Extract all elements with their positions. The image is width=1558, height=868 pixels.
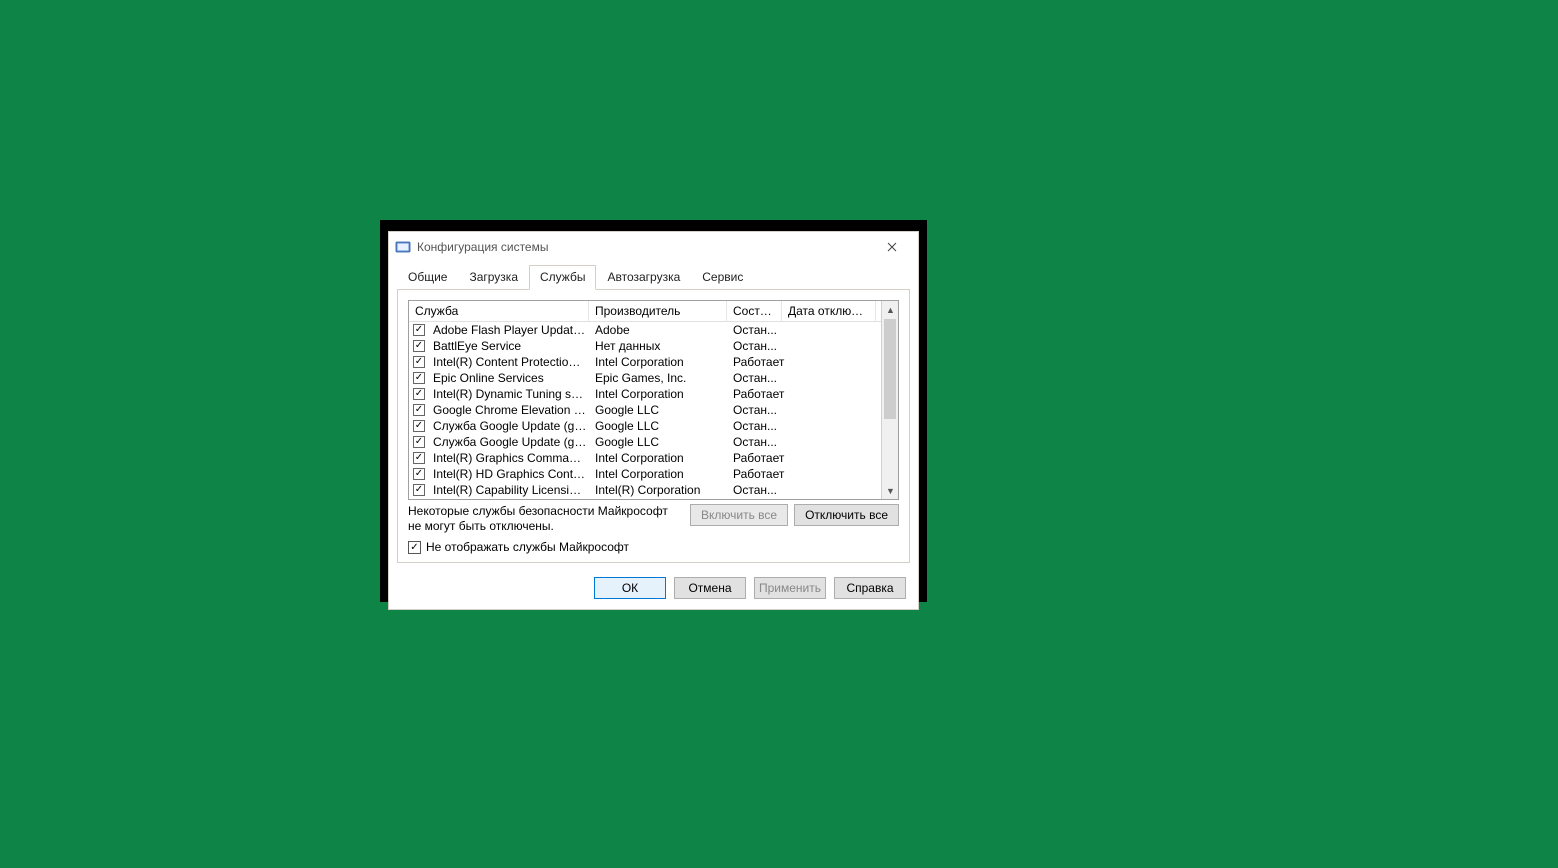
chevron-down-icon: ▼ bbox=[886, 486, 895, 496]
cell-service: Google Chrome Elevation Servic... bbox=[429, 403, 591, 417]
cell-service: Epic Online Services bbox=[429, 371, 591, 385]
cell-status: Остан... bbox=[729, 323, 789, 337]
row-checkbox[interactable]: ✓ bbox=[413, 356, 425, 368]
table-row[interactable]: ✓ Служба Google Update (gupdate)Google LL… bbox=[409, 418, 898, 434]
row-checkbox[interactable]: ✓ bbox=[413, 404, 425, 416]
hide-ms-row[interactable]: ✓ Не отображать службы Майкрософт bbox=[408, 540, 899, 554]
row-checkbox[interactable]: ✓ bbox=[413, 324, 425, 336]
cell-status: Остан... bbox=[729, 339, 789, 353]
tab-bar: Общие Загрузка Службы Автозагрузка Серви… bbox=[389, 264, 918, 289]
cell-service: Служба Google Update (gupdat... bbox=[429, 435, 591, 449]
cell-manufacturer: Intel(R) Corporation bbox=[591, 483, 729, 497]
column-header-date[interactable]: Дата отключе... bbox=[782, 301, 876, 321]
table-row[interactable]: ✓ Google Chrome Elevation Servic...Google… bbox=[409, 402, 898, 418]
scrollbar[interactable]: ▲ ▼ bbox=[881, 301, 898, 499]
table-row[interactable]: ✓ Служба Google Update (gupdat...Google L… bbox=[409, 434, 898, 450]
cell-service: Служба Google Update (gupdate) bbox=[429, 419, 591, 433]
table-row[interactable]: ✓ Intel(R) Dynamic Tuning serviceIntel Co… bbox=[409, 386, 898, 402]
cell-status: Работает bbox=[729, 451, 789, 465]
table-row[interactable]: ✓ Intel(R) HD Graphics Control Pa...Intel… bbox=[409, 466, 898, 482]
cell-manufacturer: Epic Games, Inc. bbox=[591, 371, 729, 385]
list-header[interactable]: Служба Производитель Состоя... Дата откл… bbox=[409, 301, 898, 322]
cell-service: Intel(R) Dynamic Tuning service bbox=[429, 387, 591, 401]
row-checkbox[interactable]: ✓ bbox=[413, 340, 425, 352]
cell-manufacturer: Intel Corporation bbox=[591, 355, 729, 369]
cell-manufacturer: Adobe bbox=[591, 323, 729, 337]
row-checkbox[interactable]: ✓ bbox=[413, 484, 425, 496]
enable-all-button[interactable]: Включить все bbox=[690, 504, 788, 526]
table-row[interactable]: ✓ Intel(R) Content Protection HDC...Intel… bbox=[409, 354, 898, 370]
row-checkbox[interactable]: ✓ bbox=[413, 452, 425, 464]
scroll-down-button[interactable]: ▼ bbox=[882, 482, 899, 499]
table-row[interactable]: ✓ Intel(R) Capability Licensing Ser...Int… bbox=[409, 482, 898, 498]
close-button[interactable] bbox=[872, 233, 912, 261]
security-note: Некоторые службы безопасности Майкрософт… bbox=[408, 504, 684, 534]
cell-manufacturer: Intel Corporation bbox=[591, 387, 729, 401]
ok-button[interactable]: ОК bbox=[594, 577, 666, 599]
app-icon bbox=[395, 239, 411, 255]
cell-status: Остан... bbox=[729, 403, 789, 417]
list-body: ✓Adobe Flash Player Update ServiceAdobeО… bbox=[409, 322, 898, 498]
cell-status: Остан... bbox=[729, 435, 789, 449]
row-checkbox[interactable]: ✓ bbox=[413, 372, 425, 384]
row-checkbox[interactable]: ✓ bbox=[413, 436, 425, 448]
window-title: Конфигурация системы bbox=[417, 240, 872, 254]
cancel-button[interactable]: Отмена bbox=[674, 577, 746, 599]
cell-service: Intel(R) Content Protection HDC... bbox=[429, 355, 591, 369]
help-button[interactable]: Справка bbox=[834, 577, 906, 599]
cell-service: Intel(R) Graphics Command Cen... bbox=[429, 451, 591, 465]
cell-manufacturer: Intel Corporation bbox=[591, 467, 729, 481]
cell-manufacturer: Google LLC bbox=[591, 419, 729, 433]
msconfig-window: Конфигурация системы Общие Загрузка Служ… bbox=[389, 232, 918, 609]
row-checkbox[interactable]: ✓ bbox=[413, 468, 425, 480]
hide-ms-label: Не отображать службы Майкрософт bbox=[426, 540, 629, 554]
tab-startup[interactable]: Автозагрузка bbox=[596, 265, 691, 290]
tab-boot[interactable]: Загрузка bbox=[458, 265, 529, 290]
services-listview[interactable]: Служба Производитель Состоя... Дата откл… bbox=[408, 300, 899, 500]
cell-status: Работает bbox=[729, 387, 789, 401]
column-header-manufacturer[interactable]: Производитель bbox=[589, 301, 727, 321]
table-row[interactable]: ✓ BattlEye ServiceНет данныхОстан... bbox=[409, 338, 898, 354]
column-header-service[interactable]: Служба bbox=[409, 301, 589, 321]
cell-status: Остан... bbox=[729, 483, 789, 497]
row-checkbox[interactable]: ✓ bbox=[413, 420, 425, 432]
cell-manufacturer: Intel Corporation bbox=[591, 451, 729, 465]
below-list-row: Некоторые службы безопасности Майкрософт… bbox=[408, 504, 899, 534]
tab-services[interactable]: Службы bbox=[529, 265, 596, 290]
table-row[interactable]: ✓ Adobe Flash Player Update ServiceAdobeО… bbox=[409, 322, 898, 338]
tab-tools[interactable]: Сервис bbox=[691, 265, 754, 290]
chevron-up-icon: ▲ bbox=[886, 305, 895, 315]
cell-service: Intel(R) Capability Licensing Ser... bbox=[429, 483, 591, 497]
table-row[interactable]: ✓ Intel(R) Graphics Command Cen...Intel C… bbox=[409, 450, 898, 466]
cell-manufacturer: Google LLC bbox=[591, 435, 729, 449]
cell-status: Работает bbox=[729, 355, 789, 369]
dialog-button-row: ОК Отмена Применить Справка bbox=[389, 571, 918, 609]
titlebar[interactable]: Конфигурация системы bbox=[389, 232, 918, 262]
hide-ms-checkbox[interactable]: ✓ bbox=[408, 541, 421, 554]
cell-status: Остан... bbox=[729, 371, 789, 385]
cell-manufacturer: Нет данных bbox=[591, 339, 729, 353]
scroll-thumb[interactable] bbox=[884, 319, 896, 419]
row-checkbox[interactable]: ✓ bbox=[413, 388, 425, 400]
cell-service: Adobe Flash Player Update Service bbox=[429, 323, 591, 337]
cell-service: Intel(R) HD Graphics Control Pa... bbox=[429, 467, 591, 481]
tab-general[interactable]: Общие bbox=[397, 265, 458, 290]
apply-button[interactable]: Применить bbox=[754, 577, 826, 599]
cell-service: BattlEye Service bbox=[429, 339, 591, 353]
cell-status: Работает bbox=[729, 467, 789, 481]
table-row[interactable]: ✓ Epic Online ServicesEpic Games, Inc.Ост… bbox=[409, 370, 898, 386]
scroll-up-button[interactable]: ▲ bbox=[882, 301, 899, 318]
cell-status: Остан... bbox=[729, 419, 789, 433]
cell-manufacturer: Google LLC bbox=[591, 403, 729, 417]
column-header-status[interactable]: Состоя... bbox=[727, 301, 782, 321]
disable-all-button[interactable]: Отключить все bbox=[794, 504, 899, 526]
services-panel: Служба Производитель Состоя... Дата откл… bbox=[397, 289, 910, 563]
